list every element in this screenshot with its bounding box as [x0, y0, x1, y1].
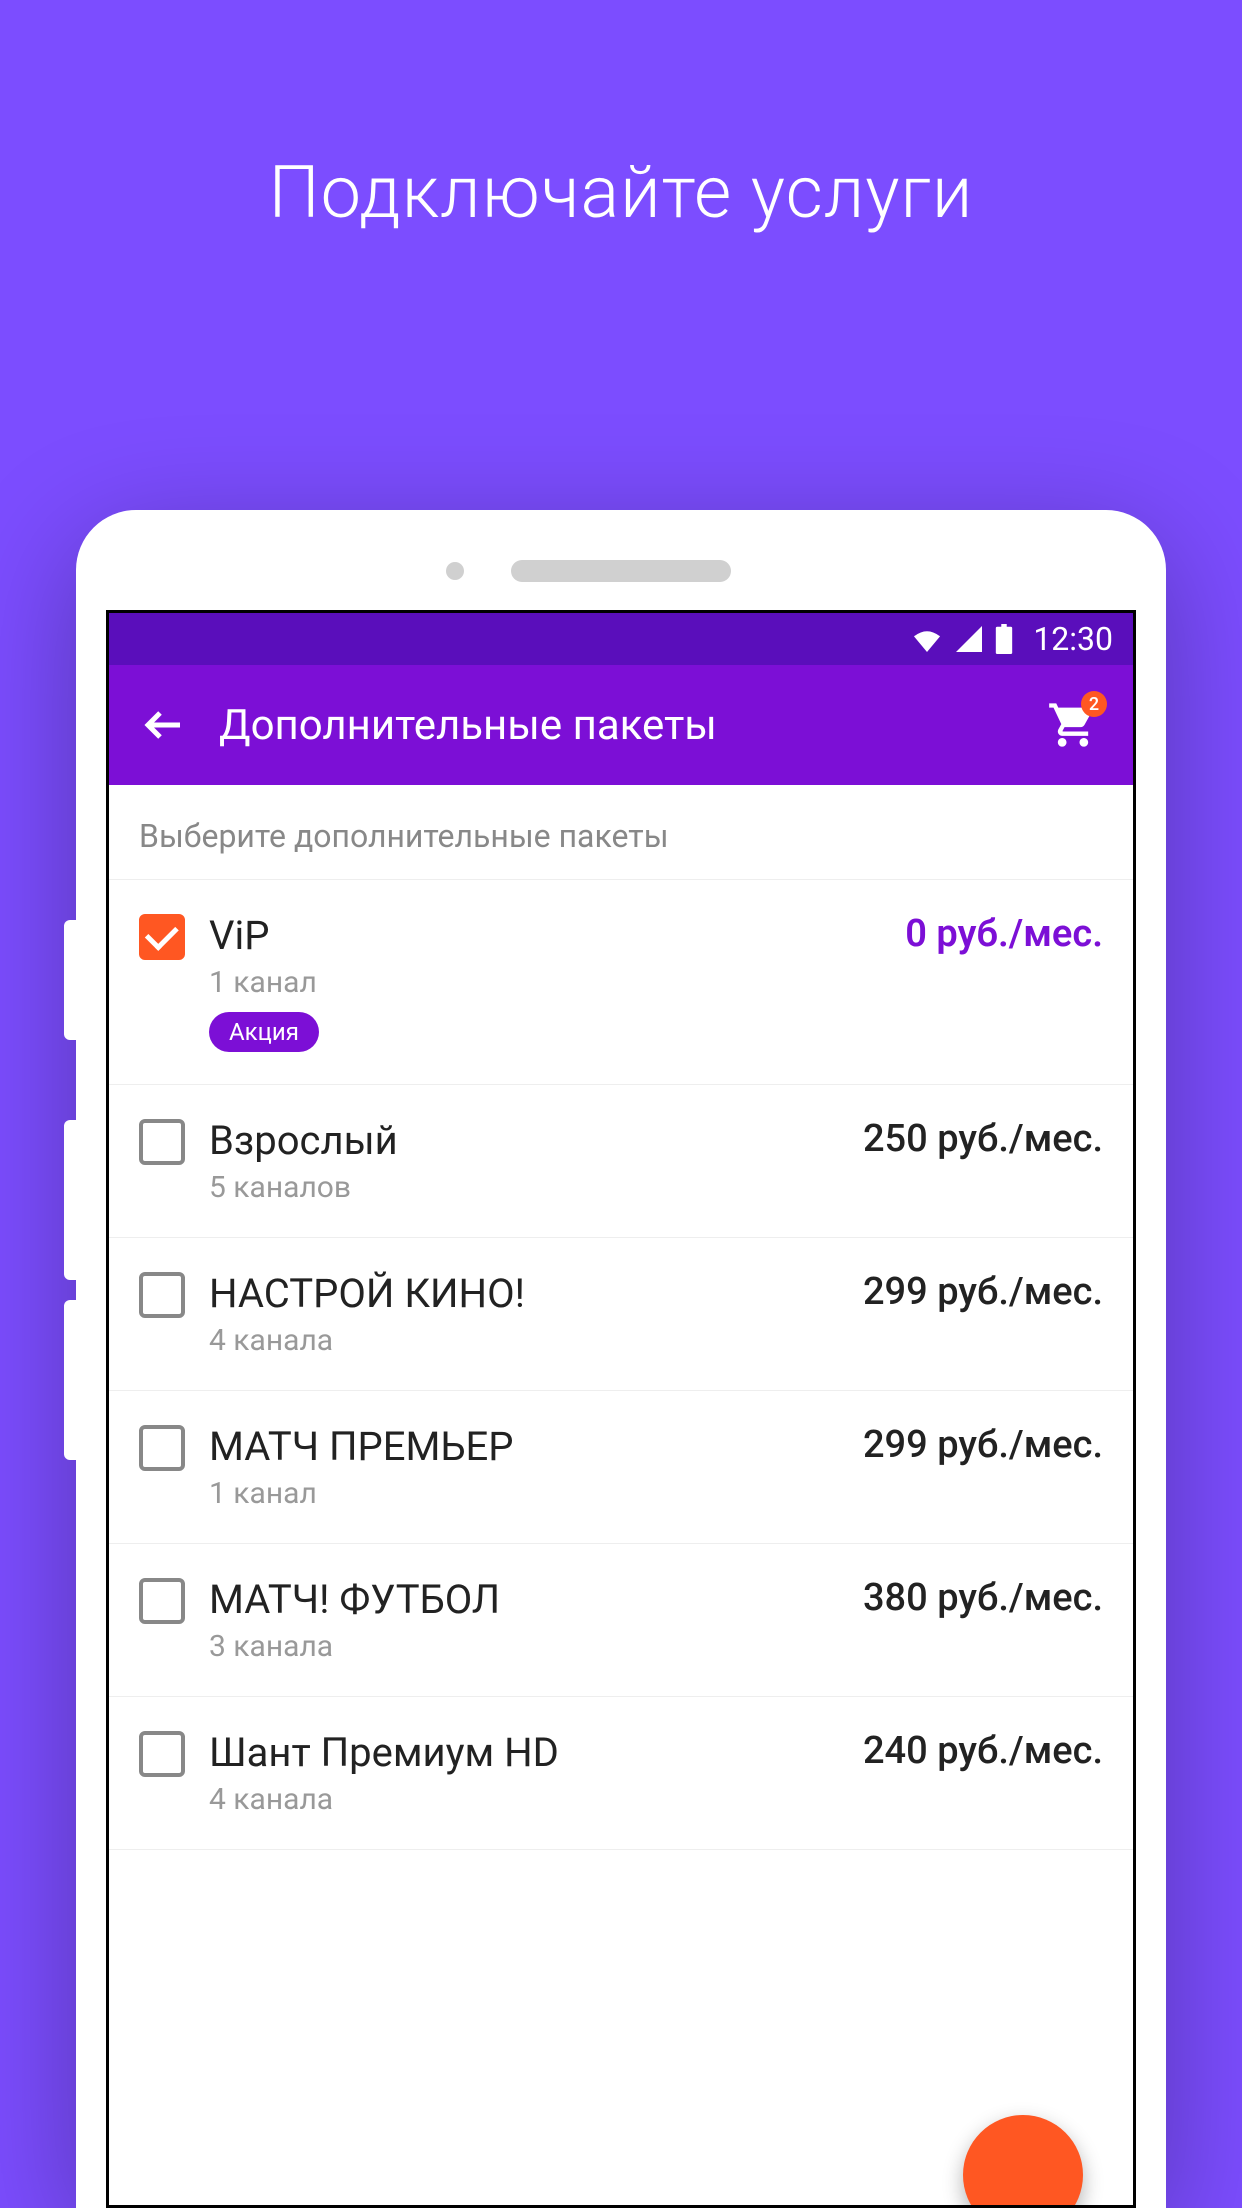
promo-badge: Акция: [209, 1012, 319, 1052]
package-info: Взрослый 5 каналов: [209, 1117, 839, 1205]
status-bar: 12:30: [109, 613, 1133, 665]
package-price: 380 руб./мес.: [863, 1576, 1103, 1620]
package-name: Взрослый: [209, 1117, 839, 1164]
package-item[interactable]: Взрослый 5 каналов 250 руб./мес.: [109, 1085, 1133, 1238]
package-info: МАТЧ! ФУТБОЛ 3 канала: [209, 1576, 839, 1664]
phone-side-button: [64, 920, 76, 1040]
package-item[interactable]: НАСТРОЙ КИНО! 4 канала 299 руб./мес.: [109, 1238, 1133, 1391]
phone-frame: 12:30 Дополнительные пакеты 2 Выберите д…: [76, 510, 1166, 2208]
checkbox[interactable]: [139, 1425, 185, 1471]
content: Выберите дополнительные пакеты ViP 1 кана…: [109, 785, 1133, 1850]
cart-button[interactable]: 2: [1043, 695, 1103, 755]
package-item[interactable]: Шант Премиум HD 4 канала 240 руб./мес.: [109, 1697, 1133, 1850]
status-time: 12:30: [1033, 620, 1113, 658]
phone-volume-down-button: [64, 1300, 76, 1460]
package-item[interactable]: МАТЧ ПРЕМЬЕР 1 канал 299 руб./мес.: [109, 1391, 1133, 1544]
package-price: 240 руб./мес.: [863, 1729, 1103, 1773]
package-info: НАСТРОЙ КИНО! 4 канала: [209, 1270, 839, 1358]
package-price: 299 руб./мес.: [863, 1423, 1103, 1467]
wifi-icon: [911, 626, 943, 652]
checkbox[interactable]: [139, 1272, 185, 1318]
package-price: 250 руб./мес.: [863, 1117, 1103, 1161]
screen: 12:30 Дополнительные пакеты 2 Выберите д…: [106, 610, 1136, 2208]
checkbox[interactable]: [139, 1119, 185, 1165]
promo-title: Подключайте услуги: [0, 0, 1242, 235]
fab-button[interactable]: [963, 2115, 1083, 2208]
package-info: МАТЧ ПРЕМЬЕР 1 канал: [209, 1423, 839, 1511]
phone-camera: [446, 562, 464, 580]
package-name: МАТЧ ПРЕМЬЕР: [209, 1423, 839, 1470]
checkbox[interactable]: [139, 1578, 185, 1624]
package-channels: 1 канал: [209, 965, 881, 1000]
package-name: НАСТРОЙ КИНО!: [209, 1270, 839, 1317]
package-list: ViP 1 канал Акция 0 руб./мес. Взрослый 5 кана…: [109, 880, 1133, 1850]
package-item[interactable]: МАТЧ! ФУТБОЛ 3 канала 380 руб./мес.: [109, 1544, 1133, 1697]
package-info: ViP 1 канал Акция: [209, 912, 881, 1052]
package-channels: 5 каналов: [209, 1170, 839, 1205]
package-price: 0 руб./мес.: [905, 912, 1103, 956]
package-channels: 4 канала: [209, 1782, 839, 1817]
signal-icon: [955, 626, 983, 652]
app-bar: Дополнительные пакеты 2: [109, 665, 1133, 785]
back-button[interactable]: [139, 700, 189, 750]
package-name: МАТЧ! ФУТБОЛ: [209, 1576, 839, 1623]
battery-icon: [995, 624, 1013, 654]
package-name: Шант Премиум HD: [209, 1729, 839, 1776]
phone-speaker: [511, 560, 731, 582]
cart-badge: 2: [1081, 691, 1107, 717]
package-channels: 3 канала: [209, 1629, 839, 1664]
package-channels: 4 канала: [209, 1323, 839, 1358]
package-channels: 1 канал: [209, 1476, 839, 1511]
page-title: Дополнительные пакеты: [219, 701, 1013, 750]
package-info: Шант Премиум HD 4 канала: [209, 1729, 839, 1817]
checkbox[interactable]: [139, 1731, 185, 1777]
checkbox[interactable]: [139, 914, 185, 960]
phone-volume-up-button: [64, 1120, 76, 1280]
package-name: ViP: [209, 912, 881, 959]
package-item[interactable]: ViP 1 канал Акция 0 руб./мес.: [109, 880, 1133, 1085]
section-header: Выберите дополнительные пакеты: [109, 785, 1133, 880]
package-price: 299 руб./мес.: [863, 1270, 1103, 1314]
